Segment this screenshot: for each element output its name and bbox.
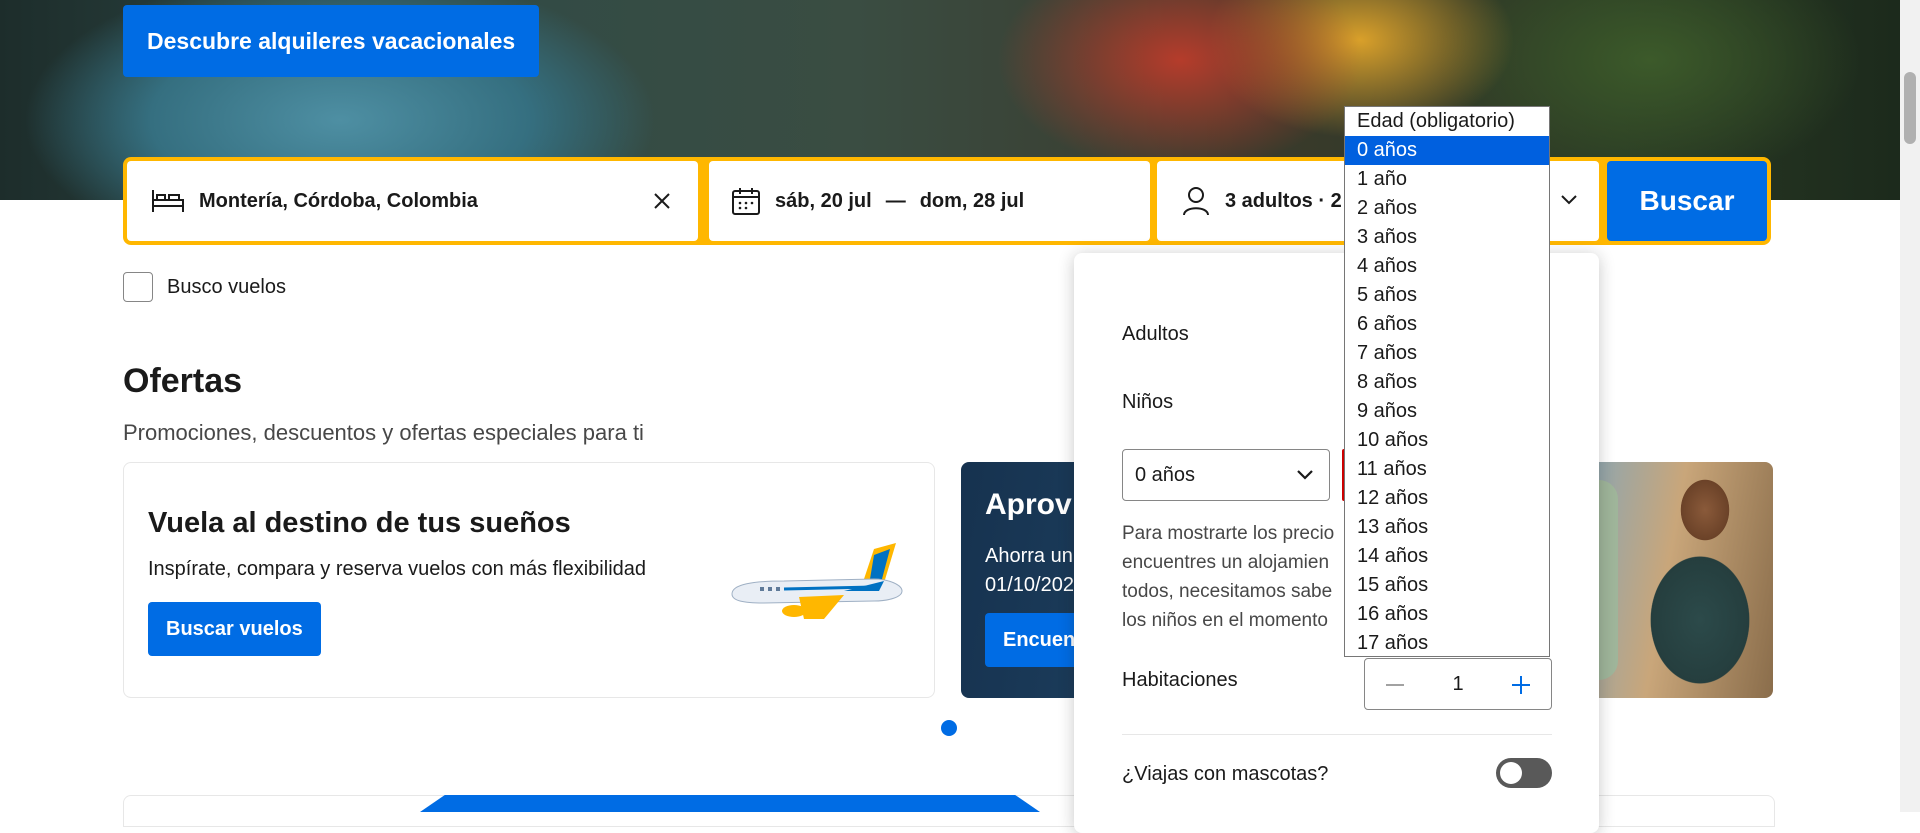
flights-checkbox-row[interactable]: Busco vuelos: [123, 272, 286, 302]
offer-card-flights: Vuela al destino de tus sueños Inspírate…: [123, 462, 935, 698]
promo-title: Aprov: [985, 488, 1072, 521]
person-photo: [1610, 470, 1780, 698]
dropdown-option[interactable]: 13 años: [1345, 513, 1549, 542]
dropdown-option[interactable]: 12 años: [1345, 484, 1549, 513]
children-label: Niños: [1122, 391, 1174, 413]
child-age-select[interactable]: 0 años: [1122, 449, 1330, 501]
flights-checkbox[interactable]: [123, 272, 153, 302]
dropdown-option[interactable]: 8 años: [1345, 368, 1549, 397]
chevron-down-icon: [1557, 188, 1581, 212]
offer-card-title: Vuela al destino de tus sueños: [148, 507, 571, 539]
search-flights-button[interactable]: Buscar vuelos: [148, 602, 321, 656]
dropdown-option[interactable]: 1 año: [1345, 165, 1549, 194]
dropdown-option[interactable]: 16 años: [1345, 600, 1549, 629]
offer-card-description: Inspírate, compara y reserva vuelos con …: [148, 558, 647, 580]
dropdown-option[interactable]: 7 años: [1345, 339, 1549, 368]
person-icon: [1183, 186, 1209, 216]
dropdown-option[interactable]: 5 años: [1345, 281, 1549, 310]
checkin-date: sáb, 20 jul: [775, 189, 872, 212]
dropdown-option[interactable]: 6 años: [1345, 310, 1549, 339]
dropdown-option[interactable]: 14 años: [1345, 542, 1549, 571]
dropdown-option-placeholder[interactable]: Edad (obligatorio): [1345, 107, 1549, 136]
dropdown-option[interactable]: 17 años: [1345, 629, 1549, 658]
dropdown-option[interactable]: 4 años: [1345, 252, 1549, 281]
rooms-stepper: 1: [1364, 658, 1552, 710]
popup-divider: [1122, 734, 1552, 735]
search-button[interactable]: Buscar: [1607, 161, 1767, 241]
dropdown-option[interactable]: 15 años: [1345, 571, 1549, 600]
adults-label: Adultos: [1122, 323, 1189, 345]
carousel-dot-active[interactable]: [941, 720, 957, 736]
age-dropdown-list: Edad (obligatorio) 0 años 1 año 2 años 3 año…: [1344, 106, 1550, 657]
close-icon[interactable]: [648, 187, 676, 215]
toggle-knob: [1500, 762, 1522, 784]
pets-label: ¿Viajas con mascotas?: [1122, 763, 1329, 785]
destination-field[interactable]: Montería, Córdoba, Colombia: [127, 161, 698, 241]
date-separator: —: [885, 189, 906, 212]
child-age-value: 0 años: [1135, 463, 1196, 486]
dropdown-option[interactable]: 9 años: [1345, 397, 1549, 426]
bed-icon: [151, 188, 185, 214]
flights-checkbox-label: Busco vuelos: [167, 275, 286, 298]
dropdown-option[interactable]: 3 años: [1345, 223, 1549, 252]
dropdown-option[interactable]: 11 años: [1345, 455, 1549, 484]
dropdown-option[interactable]: 2 años: [1345, 194, 1549, 223]
page-scrollbar[interactable]: [1900, 0, 1920, 812]
scrollbar-thumb[interactable]: [1904, 72, 1916, 144]
rooms-label: Habitaciones: [1122, 669, 1238, 691]
calendar-icon: [731, 186, 761, 216]
dropdown-option[interactable]: 0 años: [1345, 136, 1549, 165]
chevron-down-icon: [1295, 464, 1315, 490]
airplane-illustration: [731, 543, 903, 619]
offers-title: Ofertas: [123, 362, 243, 400]
pets-toggle[interactable]: [1496, 758, 1552, 788]
dropdown-option[interactable]: 10 años: [1345, 426, 1549, 455]
dates-field[interactable]: sáb, 20 jul — dom, 28 jul: [709, 161, 1150, 241]
checkout-date: dom, 28 jul: [919, 189, 1025, 212]
plus-icon[interactable]: [1507, 671, 1535, 699]
bottom-banner-shape: [420, 795, 1040, 812]
vacation-rentals-button[interactable]: Descubre alquileres vacacionales: [123, 5, 540, 77]
destination-value: Montería, Córdoba, Colombia: [199, 189, 478, 212]
occupancy-value: 3 adultos · 2: [1225, 189, 1342, 212]
offers-subtitle: Promociones, descuentos y ofertas especi…: [123, 420, 644, 445]
